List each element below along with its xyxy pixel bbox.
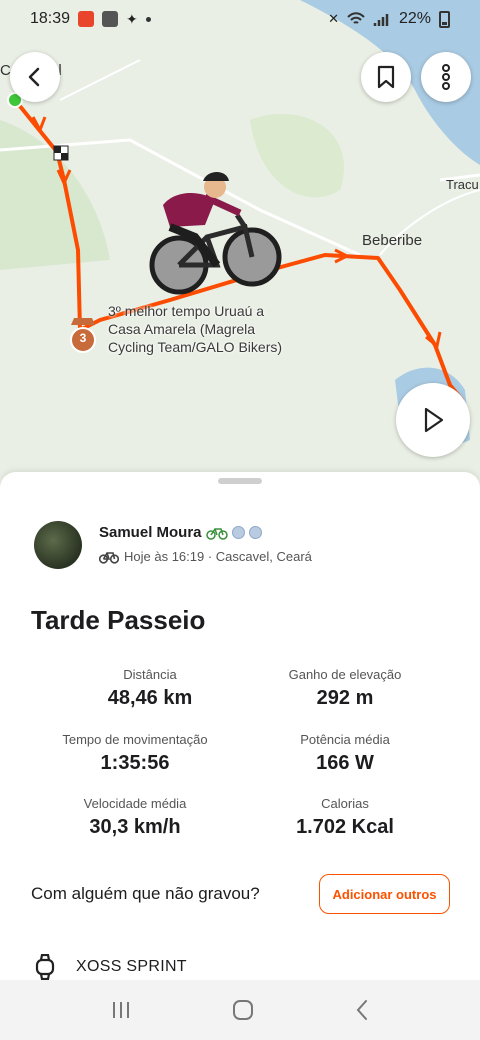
wifi-icon [347,12,365,24]
status-time: 18:39 [30,10,71,27]
athlete-name-row[interactable]: Samuel Moura [99,524,262,541]
signal-icon [373,14,389,26]
stat-value: 48,46 km [107,687,193,709]
badge-icon [231,526,245,539]
stat-calories: Calorias 1.702 Kcal [235,796,455,839]
bike-icon [99,551,119,564]
system-back-icon[interactable] [354,999,370,1021]
stat-label: Velocidade média [83,796,187,811]
activity-sheet: Samuel Moura Hoje às 16:19 · Cascavel, C… [0,472,480,1040]
stat-value: 30,3 km/h [89,816,181,838]
save-route-button[interactable] [361,52,411,102]
more-vertical-icon [442,64,450,90]
stat-value: 292 m [316,687,374,709]
athlete-name[interactable]: Samuel Moura [99,524,202,541]
stat-value: 166 W [316,752,374,774]
segment-label[interactable]: 3º melhor tempo Uruaú a Casa Amarela (Ma… [108,302,298,356]
activity-title: Tarde Passeio [31,605,206,635]
with-others-question: Com alguém que não gravou? [31,884,260,903]
athlete-avatar[interactable] [34,521,82,569]
more-options-button[interactable] [421,52,471,102]
stat-value: 1:35:56 [100,752,170,774]
segment-rank-number: 3 [79,331,87,345]
stat-moving-time: Tempo de movimentação 1:35:56 [25,732,245,775]
stat-distance: Distância 48,46 km [40,667,260,710]
stat-elevation-gain: Ganho de elevação 292 m [235,667,455,710]
add-others-button[interactable]: Adicionar outros [319,874,450,914]
gallery-notification-icon [102,11,119,27]
home-icon[interactable] [231,998,255,1022]
bike-emoji-icon [205,527,228,540]
activity-meta-text: Hoje às 16:19 · Cascavel, Ceará [124,549,312,564]
stat-value: 1.702 Kcal [296,816,394,838]
battery-percent: 22% [398,10,431,27]
back-button[interactable] [10,52,60,102]
map-label-tracu: Tracu [446,177,479,192]
device-name: XOSS SPRINT [76,958,187,975]
chevron-left-icon [28,67,40,87]
activity-notification-icon: ✦ [126,10,138,27]
bookmark-icon [377,65,395,89]
stat-label: Calorias [321,796,369,811]
mute-icon: ✕ [328,11,339,26]
activity-meta: Hoje às 16:19 · Cascavel, Ceará [99,549,312,564]
stat-average-speed: Velocidade média 30,3 km/h [25,796,245,839]
stat-label: Potência média [300,732,390,747]
sheet-grabber[interactable] [218,478,262,484]
battery-icon [439,10,450,28]
recent-apps-icon[interactable] [110,1000,132,1020]
play-flyover-button[interactable] [396,383,470,457]
system-nav-bar [0,980,480,1040]
map-label-beberibe: Beberibe [362,232,423,249]
stat-average-power: Potência média 166 W [235,732,455,775]
stat-label: Tempo de movimentação [62,732,208,747]
stat-label: Distância [123,667,177,682]
more-notifications-icon [145,16,151,22]
stat-label: Ganho de elevação [288,667,402,682]
device-row: XOSS SPRINT [34,954,187,980]
badge-icon [248,526,262,539]
status-bar: 18:39 ✦ ✕ 22% [0,0,480,38]
watch-icon [35,954,55,980]
notification-app-icon [78,11,95,27]
play-icon [424,407,444,433]
